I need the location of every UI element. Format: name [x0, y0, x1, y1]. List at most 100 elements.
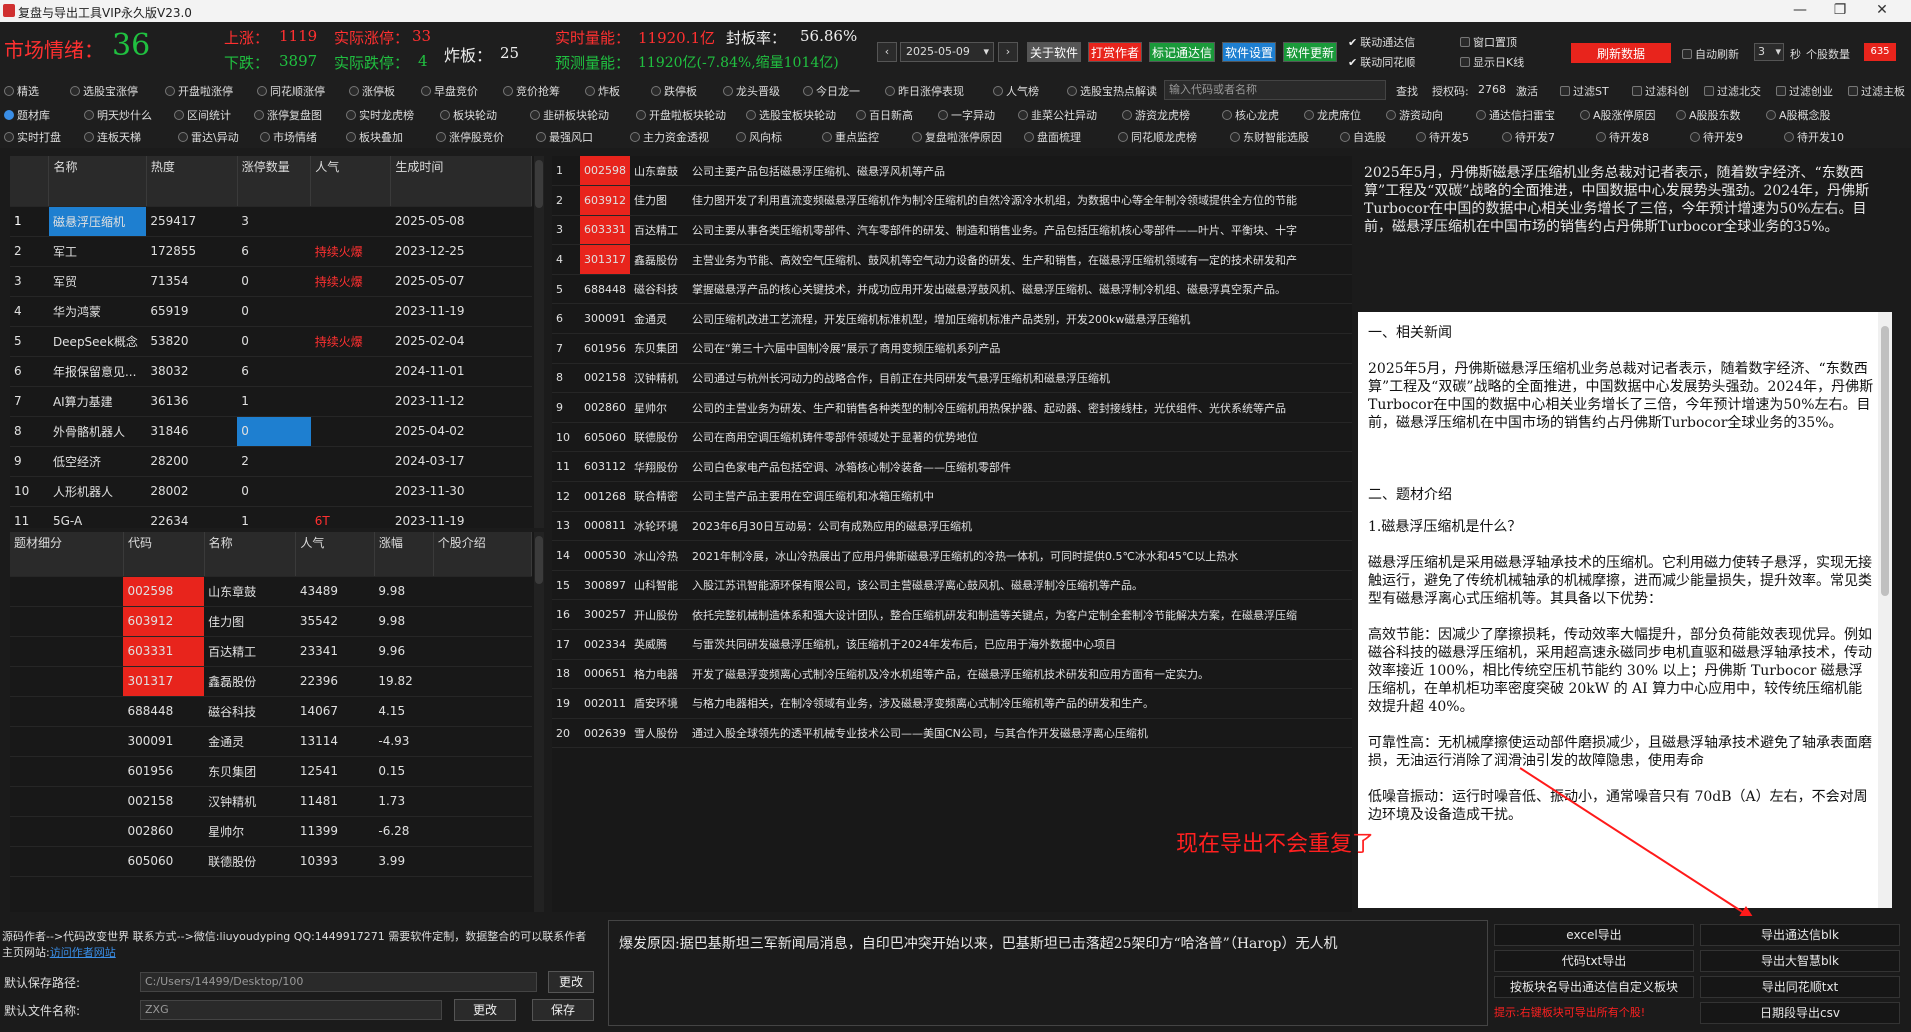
row2-option-16[interactable]: 通达信扫雷宝 — [1476, 107, 1555, 123]
update-button[interactable]: 软件更新 — [1283, 42, 1337, 62]
row3-option-9[interactable]: 重点监控 — [822, 129, 879, 145]
row2-option-8[interactable]: 选股宝板块轮动 — [746, 107, 836, 123]
stock-header-2[interactable]: 名称 — [204, 532, 297, 577]
table-row[interactable]: 688448 磁谷科技 14067 4.15 — [10, 696, 532, 727]
table-row[interactable]: 5 DeepSeek概念 53820 0 持续火爆 2025-02-04 — [10, 326, 532, 357]
table-row[interactable]: 2 603912 佳力图 佳力图开发了利用直流变频磁悬浮压缩机作为制冷压缩机的自然冷源… — [552, 185, 1352, 216]
table-row[interactable]: 7 601956 东贝集团 公司在“第三十六届中国制冷展”展示了商用变频压缩机系列产品 — [552, 333, 1352, 364]
filter-3[interactable]: 过滤创业 — [1776, 83, 1833, 99]
row3-option-4[interactable]: 板块叠加 — [346, 129, 403, 145]
close-button[interactable]: ✕ — [1862, 2, 1902, 18]
row1-option-11[interactable]: 昨日涨停表现 — [885, 83, 964, 99]
maximize-button[interactable]: ❐ — [1820, 2, 1860, 18]
row3-option-6[interactable]: 最强风口 — [536, 129, 593, 145]
row3-option-0[interactable]: 实时打盘 — [4, 129, 61, 145]
date-picker[interactable]: 2025-05-09 ▾ — [900, 42, 994, 62]
table-row[interactable]: 16 300257 开山股份 依托完整机械制造体系和强大设计团队，整合压缩机研发和制造… — [552, 599, 1352, 630]
export-button-3[interactable]: 导出大智慧blk — [1700, 950, 1900, 972]
row2-option-6[interactable]: 韭研板块轮动 — [530, 107, 609, 123]
settings-button[interactable]: 软件设置 — [1222, 42, 1276, 62]
table-row[interactable]: 19 002011 盾安环境 与格力电器相关，在制冷领域有业务，涉及磁悬浮变频离心式制… — [552, 688, 1352, 719]
row2-option-14[interactable]: 龙虎席位 — [1304, 107, 1361, 123]
table-row[interactable]: 1 磁悬浮压缩机 259417 3 2025-05-08 — [10, 206, 532, 237]
table-row[interactable]: 4 华为鸿蒙 65919 0 2023-11-19 — [10, 296, 532, 327]
theme-header-2[interactable]: 热度 — [146, 156, 238, 207]
file-name-input[interactable]: ZXG — [140, 1000, 442, 1020]
row1-option-2[interactable]: 开盘啦涨停 — [165, 83, 233, 99]
table-row[interactable]: 8 外骨骼机器人 31846 0 2025-04-02 — [10, 416, 532, 447]
table-row[interactable]: 5 688448 磁谷科技 掌握磁悬浮产品的核心关键技术，并成功应用开发出磁悬浮鼓风机… — [552, 274, 1352, 305]
row3-option-15[interactable]: 待开发5 — [1416, 129, 1469, 145]
row2-option-0[interactable]: 题材库 — [4, 107, 50, 123]
row2-option-9[interactable]: 百日新高 — [856, 107, 913, 123]
export-button-7[interactable]: 日期段导出csv — [1700, 1002, 1900, 1024]
table-row[interactable]: 2 军工 172855 6 持续火爆 2023-12-25 — [10, 236, 532, 267]
row3-option-17[interactable]: 待开发8 — [1596, 129, 1649, 145]
filter-0[interactable]: 过滤ST — [1560, 83, 1609, 99]
table-row[interactable]: 17 002334 英威腾 与雷茨共同研发磁悬浮压缩机，该压缩机于2024年发布后，已… — [552, 629, 1352, 660]
change-path-button[interactable]: 更改 — [548, 971, 594, 993]
table-row[interactable]: 603331 百达精工 23341 9.96 — [10, 636, 532, 667]
export-button-4[interactable]: 按板块名导出通达信自定义板块 — [1494, 976, 1694, 998]
row1-option-12[interactable]: 人气榜 — [993, 83, 1039, 99]
row2-option-17[interactable]: A股涨停原因 — [1580, 107, 1656, 123]
row1-option-7[interactable]: 炸板 — [585, 83, 620, 99]
auto-refresh-checkbox[interactable]: 自动刷新 — [1682, 46, 1739, 62]
row2-option-19[interactable]: A股概念股 — [1766, 107, 1831, 123]
row3-option-10[interactable]: 复盘啦涨停原因 — [912, 129, 1002, 145]
export-button-0[interactable]: excel导出 — [1494, 924, 1694, 946]
stock-header-0[interactable]: 题材细分 — [10, 532, 124, 577]
ths-link-checkbox[interactable]: ✔ 联动同花顺 — [1348, 54, 1415, 70]
row1-option-8[interactable]: 跌停板 — [651, 83, 697, 99]
table-row[interactable]: 301317 鑫磊股份 22396 19.82 — [10, 666, 532, 697]
row1-option-13[interactable]: 选股宝热点解读 — [1067, 83, 1157, 99]
table-row[interactable]: 3 603331 百达精工 公司主要从事各类压缩机零部件、汽车零部件的研发、制造和销售… — [552, 215, 1352, 246]
table-row[interactable]: 6 300091 金通灵 公司压缩机改进工艺流程，开发压缩机标准机型，增加压缩机标准产… — [552, 303, 1352, 335]
theme-header-3[interactable]: 涨停数量 — [237, 156, 312, 207]
row3-option-8[interactable]: 风向标 — [736, 129, 782, 145]
prev-date-button[interactable]: ‹ — [877, 42, 897, 62]
table-row[interactable]: 601956 东贝集团 12541 0.15 — [10, 756, 532, 787]
stock-header-5[interactable]: 个股介绍 — [433, 532, 533, 577]
row2-option-10[interactable]: 一字异动 — [938, 107, 995, 123]
row2-option-3[interactable]: 涨停复盘图 — [254, 107, 322, 123]
theme-header-4[interactable]: 人气 — [310, 156, 392, 207]
theme-scrollbar[interactable] — [534, 156, 544, 528]
window-top-checkbox[interactable]: 窗口置顶 — [1460, 34, 1517, 50]
table-row[interactable]: 18 000651 格力电器 开发了磁悬浮变频离心式制冷压缩机及冷水机组等产品，在磁悬… — [552, 659, 1352, 690]
stock-header-3[interactable]: 人气 — [295, 532, 375, 577]
filter-4[interactable]: 过滤主板 — [1848, 83, 1905, 99]
table-row[interactable]: 10 605060 联德股份 公司在商用空调压缩机铸件零部件领域处于显著的优势地位 — [552, 422, 1352, 453]
table-row[interactable]: 14 000530 冰山冷热 2021年制冷展，冰山冷热展出了应用丹佛斯磁悬浮压缩机的… — [552, 540, 1352, 571]
table-row[interactable]: 3 军贸 71354 0 持续火爆 2025-05-07 — [10, 266, 532, 297]
table-row[interactable]: 8 002158 汉钟精机 公司通过与杭州长河动力的战略合作，目前正在共同研发气悬浮压… — [552, 363, 1352, 394]
scroll-thumb[interactable] — [1881, 326, 1889, 596]
minimize-button[interactable]: — — [1780, 2, 1820, 18]
row3-option-1[interactable]: 连板天梯 — [84, 129, 141, 145]
row1-option-6[interactable]: 竞价抢筹 — [503, 83, 560, 99]
table-row[interactable]: 1 002598 山东章鼓 公司主要产品包括磁悬浮压缩机、磁悬浮风机等产品 — [552, 156, 1352, 187]
theme-header-1[interactable]: 名称 — [48, 156, 147, 207]
scroll-thumb[interactable] — [535, 160, 543, 208]
row3-option-14[interactable]: 自选股 — [1340, 129, 1386, 145]
table-row[interactable]: 20 002639 雪人股份 通过入股全球领先的透平机械专业技术公司——美国CN公司，… — [552, 718, 1352, 749]
row3-option-3[interactable]: 市场情绪 — [260, 129, 317, 145]
row2-option-1[interactable]: 明天炒什么 — [84, 107, 152, 123]
row1-option-5[interactable]: 早盘竞价 — [421, 83, 478, 99]
row2-option-5[interactable]: 板块轮动 — [440, 107, 497, 123]
row2-option-12[interactable]: 游资龙虎榜 — [1122, 107, 1190, 123]
table-row[interactable]: 13 000811 冰轮环境 2023年6月30日互动易：公司有成熟应用的磁悬浮压缩机 — [552, 511, 1352, 542]
row3-option-2[interactable]: 雷达\异动 — [178, 129, 239, 145]
article-scrollbar[interactable] — [1878, 312, 1892, 908]
table-row[interactable]: 002598 山东章鼓 43489 9.98 — [10, 576, 532, 607]
theme-header-5[interactable]: 生成时间 — [390, 156, 532, 207]
table-row[interactable]: 300091 金通灵 13114 -4.93 — [10, 726, 532, 757]
row2-option-11[interactable]: 韭菜公社异动 — [1018, 107, 1097, 123]
table-row[interactable]: 603912 佳力图 35542 9.98 — [10, 606, 532, 637]
row3-option-13[interactable]: 东财智能选股 — [1230, 129, 1309, 145]
stock-header-4[interactable]: 涨幅 — [374, 532, 434, 577]
change-file-button[interactable]: 更改 — [454, 999, 516, 1021]
row2-option-2[interactable]: 区间统计 — [174, 107, 231, 123]
table-row[interactable]: 12 001268 联合精密 公司主营产品主要用在空调压缩机和冰箱压缩机中 — [552, 481, 1352, 512]
search-button[interactable]: 查找 — [1396, 83, 1418, 99]
